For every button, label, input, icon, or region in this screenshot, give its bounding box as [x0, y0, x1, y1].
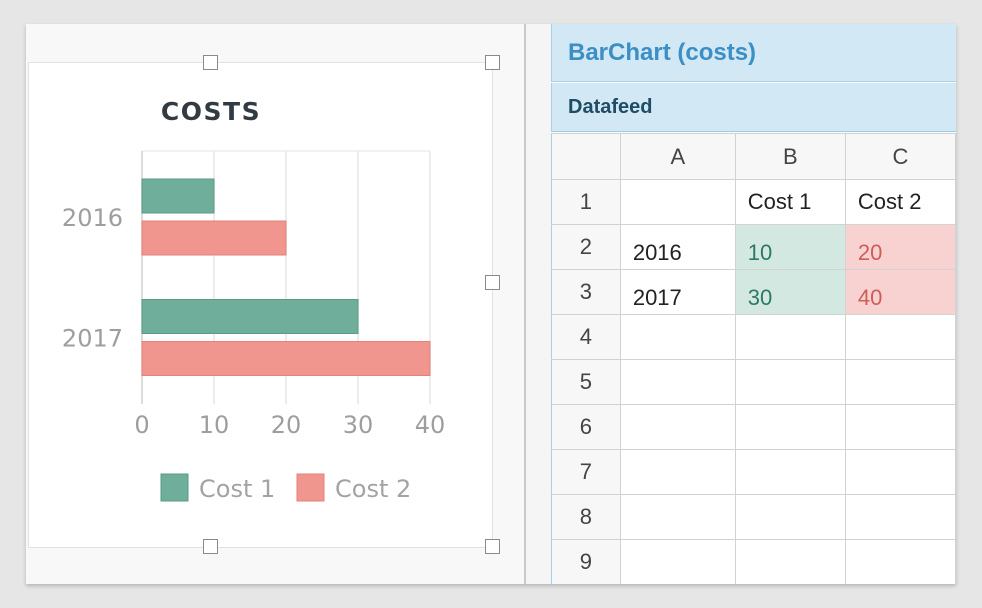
cell-a1[interactable]	[619, 179, 736, 225]
row-header[interactable]: 9	[551, 539, 621, 584]
resize-handle-right[interactable]	[485, 275, 500, 290]
bar-chart: 0 10 20 30 40 2016 2017 COSTS Cost 1 Cost 2	[62, 97, 446, 503]
cell-c2[interactable]: 20	[844, 224, 956, 270]
y-tick-label: 2017	[62, 325, 123, 353]
sheet-row: 2 2016 10 20	[551, 224, 956, 270]
resize-handle-top[interactable]	[203, 55, 218, 70]
x-tick-label: 20	[271, 411, 302, 439]
row-header[interactable]: 3	[551, 269, 621, 315]
app-window: 0 10 20 30 40 2016 2017 COSTS Cost 1 Cost 2 Bar…	[26, 24, 956, 584]
cell-b7[interactable]	[734, 449, 846, 495]
cell-a3[interactable]: 2017	[619, 269, 736, 315]
cell-a6[interactable]	[619, 404, 736, 450]
chart-frame[interactable]: 0 10 20 30 40 2016 2017 COSTS Cost 1 Cost 2	[28, 62, 493, 548]
cell-c1[interactable]: Cost 2	[844, 179, 956, 225]
row-header[interactable]: 7	[551, 449, 621, 495]
cell-c4[interactable]	[844, 314, 956, 360]
cell-a2[interactable]: 2016	[619, 224, 736, 270]
sheet-row: 1 Cost 1 Cost 2	[551, 179, 956, 225]
sheet-row: 5	[551, 359, 956, 405]
x-tick-label: 40	[415, 411, 446, 439]
cell-a9[interactable]	[619, 539, 736, 584]
column-header-c[interactable]: C	[844, 133, 956, 180]
sheet-row: 3 2017 30 40	[551, 269, 956, 315]
cell-c5[interactable]	[844, 359, 956, 405]
cell-a8[interactable]	[619, 494, 736, 540]
bar	[141, 341, 431, 376]
cell-c6[interactable]	[844, 404, 956, 450]
cell-b5[interactable]	[734, 359, 846, 405]
legend-swatch	[296, 473, 325, 502]
row-header[interactable]: 5	[551, 359, 621, 405]
resize-handle-bottom[interactable]	[203, 539, 218, 554]
resize-handle-bottom-right[interactable]	[485, 539, 500, 554]
panel-title: BarChart (costs)	[551, 24, 956, 82]
row-header[interactable]: 6	[551, 404, 621, 450]
legend-label: Cost 1	[199, 475, 275, 503]
x-tick-label: 10	[199, 411, 230, 439]
row-header[interactable]: 2	[551, 224, 621, 270]
chart-title: COSTS	[161, 97, 261, 126]
y-tick-label: 2016	[62, 204, 123, 232]
bar	[141, 178, 215, 214]
sheet-row: 4	[551, 314, 956, 360]
row-header[interactable]: 8	[551, 494, 621, 540]
sheet-row: 7	[551, 449, 956, 495]
cell-a5[interactable]	[619, 359, 736, 405]
datafeed-label: Datafeed	[551, 83, 956, 132]
sheet-row: 9	[551, 539, 956, 584]
cell-a7[interactable]	[619, 449, 736, 495]
legend-swatch	[160, 473, 189, 502]
sheet-corner[interactable]	[551, 133, 621, 180]
cell-a4[interactable]	[619, 314, 736, 360]
row-header[interactable]: 4	[551, 314, 621, 360]
resize-handle-top-right[interactable]	[485, 55, 500, 70]
row-header[interactable]: 1	[551, 179, 621, 225]
column-header-a[interactable]: A	[619, 133, 736, 180]
data-panel: BarChart (costs) Datafeed A B C 1 Cost 1…	[551, 24, 956, 584]
column-header-b[interactable]: B	[734, 133, 846, 180]
sheet-row: 8	[551, 494, 956, 540]
datafeed-sheet: A B C 1 Cost 1 Cost 2 2 2016 10 20 3 201…	[551, 133, 956, 584]
cell-c9[interactable]	[844, 539, 956, 584]
legend-label: Cost 2	[335, 475, 411, 503]
bar	[141, 299, 359, 334]
cell-b2[interactable]: 10	[734, 224, 846, 270]
cell-b6[interactable]	[734, 404, 846, 450]
cell-c3[interactable]: 40	[844, 269, 956, 315]
cell-c8[interactable]	[844, 494, 956, 540]
cell-b4[interactable]	[734, 314, 846, 360]
chart-editor: 0 10 20 30 40 2016 2017 COSTS Cost 1 Cost 2	[26, 24, 524, 584]
cell-b8[interactable]	[734, 494, 846, 540]
x-tick-label: 0	[134, 411, 149, 439]
sheet-row: 6	[551, 404, 956, 450]
cell-c7[interactable]	[844, 449, 956, 495]
panel-gap	[526, 24, 551, 584]
cell-b9[interactable]	[734, 539, 846, 584]
column-header-row: A B C	[551, 133, 956, 180]
bar	[141, 220, 287, 256]
x-tick-label: 30	[343, 411, 374, 439]
cell-b3[interactable]: 30	[734, 269, 846, 315]
cell-b1[interactable]: Cost 1	[734, 179, 846, 225]
